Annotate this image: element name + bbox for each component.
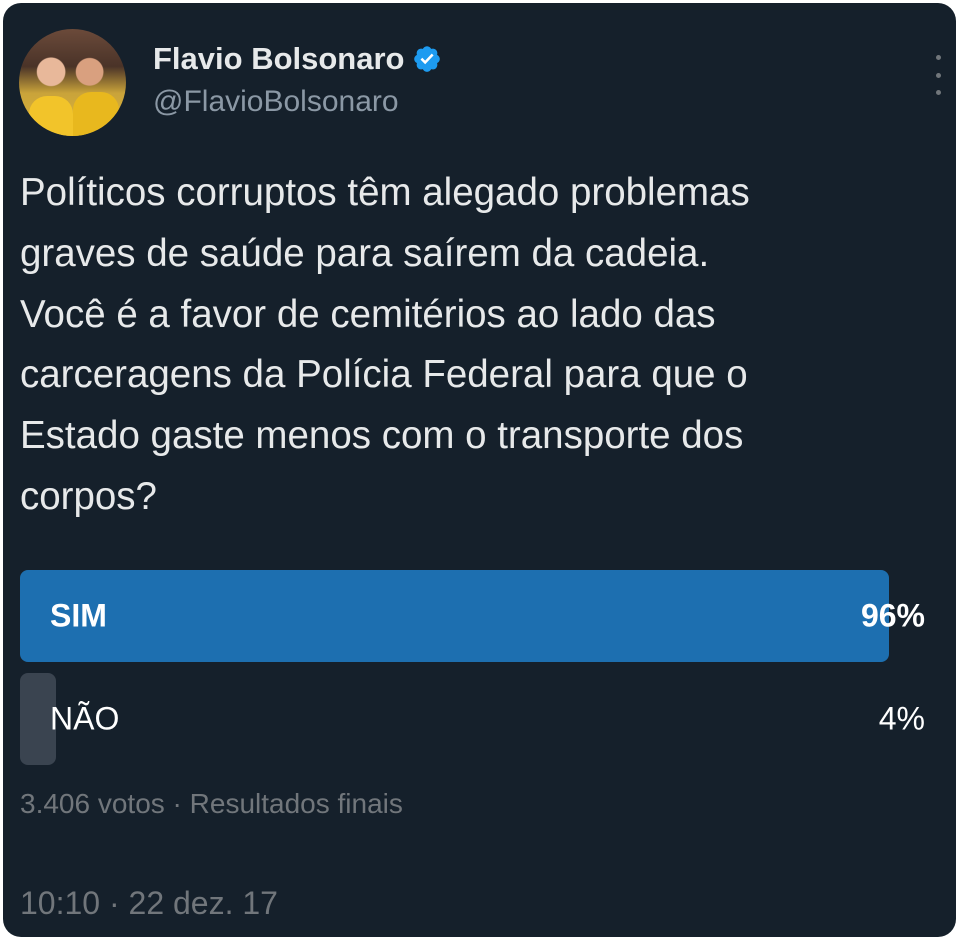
timestamp[interactable]: 10:10 · 22 dez. 17 bbox=[20, 885, 278, 922]
more-options-icon[interactable] bbox=[932, 55, 944, 95]
tweet-text: Políticos corruptos têm alegado problema… bbox=[20, 171, 750, 518]
poll-option-percent: 4% bbox=[878, 700, 925, 737]
verified-badge-icon bbox=[414, 46, 441, 72]
poll-option-label: NÃO bbox=[50, 700, 120, 737]
more-dot bbox=[935, 72, 941, 78]
author-name[interactable]: Flavio Bolsonaro bbox=[153, 41, 404, 77]
avatar[interactable] bbox=[19, 29, 126, 136]
avatar-shirt-left bbox=[29, 96, 73, 136]
avatar-shirt-right bbox=[73, 92, 119, 136]
more-dot bbox=[935, 55, 941, 60]
author-name-row: Flavio Bolsonaro bbox=[153, 39, 442, 79]
poll-option-label: SIM bbox=[50, 597, 107, 634]
more-dot bbox=[935, 90, 941, 95]
poll-option-nao: NÃO 4% bbox=[20, 673, 925, 765]
poll-bar bbox=[20, 570, 889, 662]
poll-option-percent: 96% bbox=[860, 597, 925, 634]
author-handle[interactable]: @FlavioBolsonaro bbox=[153, 85, 399, 119]
tweet-card: Flavio Bolsonaro @FlavioBolsonaro Políti… bbox=[3, 3, 956, 937]
poll-option-sim: SIM 96% bbox=[20, 570, 925, 662]
poll-meta: 3.406 votos · Resultados finais bbox=[20, 788, 403, 819]
